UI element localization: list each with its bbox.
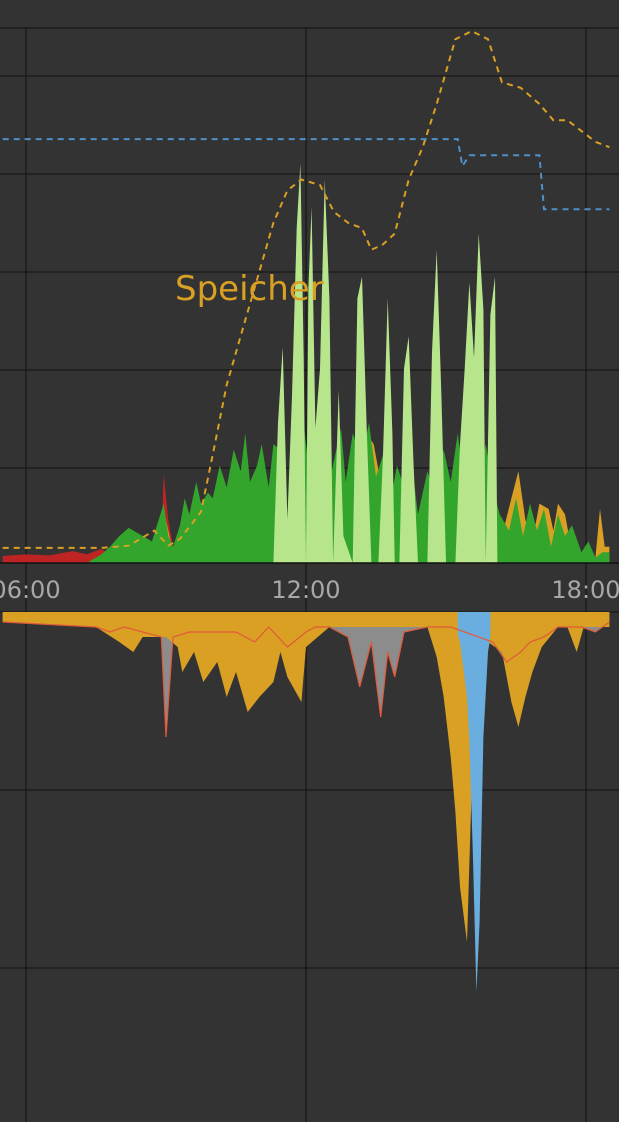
x-tick-label-1800: 18:00 (551, 576, 619, 604)
x-tick-label-1200: 12:00 (271, 576, 340, 604)
energy-chart: 06:00 12:00 18:00 Speicher (0, 0, 619, 1122)
storage-annotation-label: Speicher (175, 269, 324, 309)
x-tick-label-0600: 06:00 (0, 576, 61, 604)
